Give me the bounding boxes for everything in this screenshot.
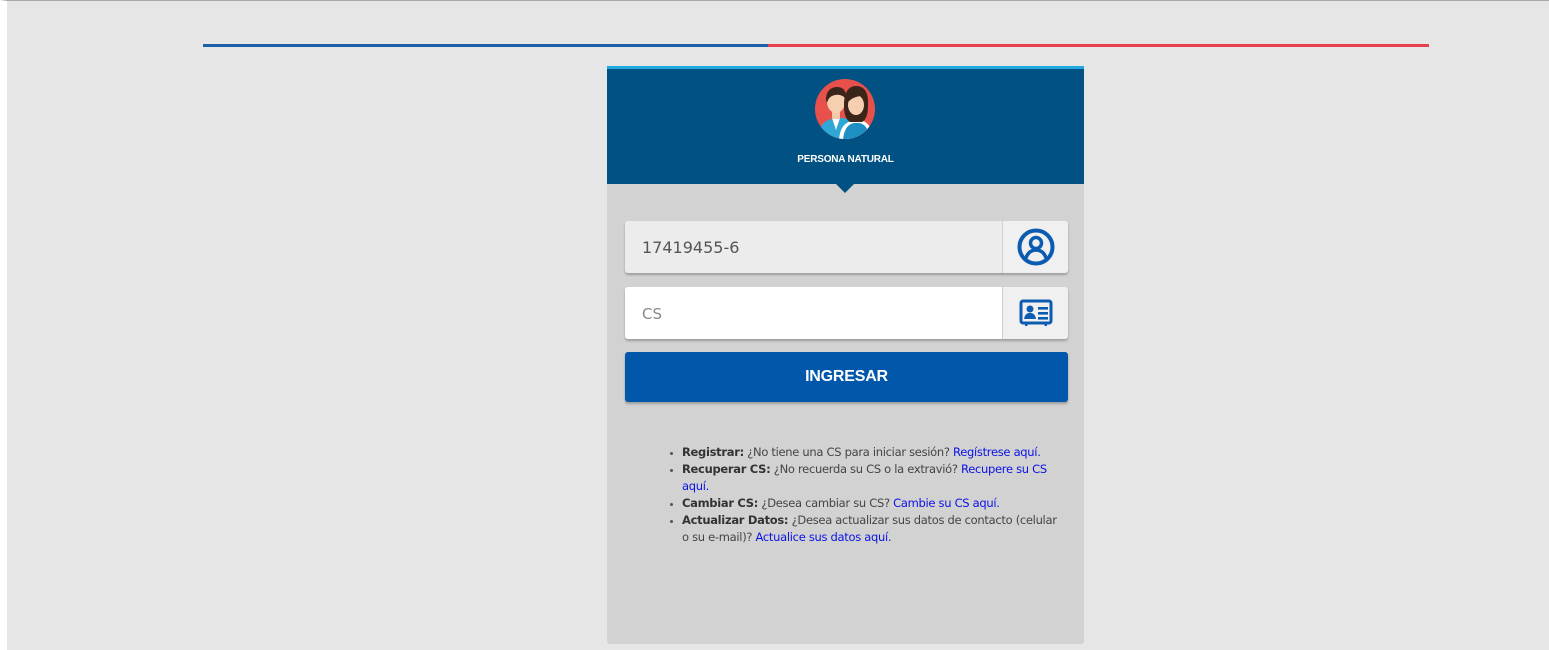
user-circle-icon: [1017, 228, 1054, 266]
help-item-label: Cambiar CS:: [682, 496, 759, 510]
help-item-text: ¿No tiene una CS para iniciar sesión?: [743, 445, 954, 459]
id-card-icon: [1019, 299, 1052, 326]
help-item-label: Actualizar Datos:: [682, 513, 789, 527]
rut-field[interactable]: [625, 221, 1068, 273]
help-item-cambiar: Cambiar CS: ¿Desea cambiar su CS? Cambie…: [682, 495, 1066, 512]
divider-blue-segment: [203, 44, 768, 47]
login-card: PERSONA NATURAL 17419455-6 INGRESAR • Re…: [607, 66, 1084, 644]
login-page: PERSONA NATURAL 17419455-6 INGRESAR • Re…: [0, 0, 1549, 650]
help-item-label: Registrar:: [682, 445, 744, 459]
help-links-list: Registrar: ¿No tiene una CS para iniciar…: [667, 444, 1066, 546]
header-caret: [833, 181, 857, 193]
cs-icon-box: [1002, 287, 1068, 339]
people-couple-icon: [814, 78, 876, 140]
card-header: PERSONA NATURAL: [607, 66, 1084, 184]
cs-input[interactable]: [625, 287, 1002, 339]
help-item-label: Recuperar CS:: [682, 462, 771, 476]
rut-icon-box: [1002, 221, 1068, 273]
rut-input[interactable]: [625, 221, 1002, 273]
divider-red-segment: [768, 44, 1429, 47]
help-item-actualizar: Actualizar Datos: ¿Desea actualizar sus …: [682, 512, 1066, 546]
cs-field[interactable]: [625, 287, 1068, 339]
help-item-recuperar: Recuperar CS: ¿No recuerda su CS o la ex…: [682, 461, 1066, 495]
ingresar-button[interactable]: INGRESAR: [625, 352, 1068, 402]
help-item-text: ¿No recuerda su CS o la extravió?: [770, 462, 962, 476]
change-cs-link[interactable]: Cambie su CS aquí.: [893, 496, 1000, 510]
register-link[interactable]: Regístrese aquí.: [953, 445, 1041, 459]
header-divider: [203, 44, 1429, 47]
help-item-registrar: Registrar: ¿No tiene una CS para iniciar…: [682, 444, 1066, 461]
help-item-text: ¿Desea cambiar su CS?: [758, 496, 894, 510]
persona-natural-title: PERSONA NATURAL: [797, 154, 894, 165]
update-data-link[interactable]: Actualice sus datos aquí.: [756, 530, 892, 544]
